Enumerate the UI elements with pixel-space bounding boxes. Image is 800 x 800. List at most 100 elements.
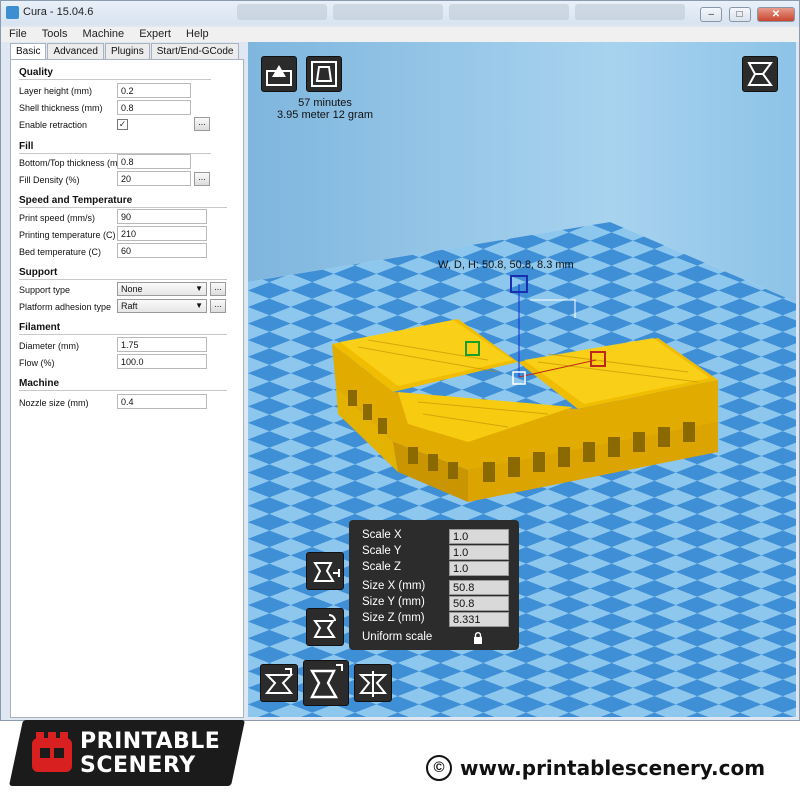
nozzle-size-input[interactable]: 0.4 <box>117 394 207 409</box>
save-gcode-icon <box>311 61 337 87</box>
scale-mode-button[interactable] <box>303 660 349 706</box>
blurred-taskbar-tabs <box>237 4 707 22</box>
shell-thickness-label: Shell thickness (mm) <box>19 103 103 113</box>
castle-logo-icon <box>32 732 72 772</box>
layer-height-label: Layer height (mm) <box>19 86 93 96</box>
section-fill: Fill <box>19 141 34 152</box>
divider <box>19 207 227 208</box>
menu-help[interactable]: Help <box>178 27 213 40</box>
retraction-options-button[interactable]: ... <box>194 117 210 131</box>
uniform-scale-label: Uniform scale <box>362 631 433 643</box>
view-mode-icon <box>747 62 773 86</box>
size-x-input[interactable]: 50.8 <box>449 580 509 595</box>
divider <box>19 79 211 80</box>
support-type-select[interactable]: None ▼ <box>117 282 207 296</box>
scale-panel: Scale X 1.0 Scale Y 1.0 Scale Z 1.0 Size… <box>349 520 519 650</box>
bed-temperature-label: Bed temperature (C) <box>19 247 102 257</box>
scale-x-input[interactable]: 1.0 <box>449 529 509 544</box>
menu-machine[interactable]: Machine <box>75 27 129 40</box>
menu-file[interactable]: File <box>1 27 31 40</box>
scale-y-input[interactable]: 1.0 <box>449 545 509 560</box>
platform-adhesion-select[interactable]: Raft ▼ <box>117 299 207 313</box>
brand-line-2: SCENERY <box>80 753 196 778</box>
cura-app-icon <box>6 6 19 19</box>
section-quality: Quality <box>19 67 53 78</box>
bed-temperature-input[interactable]: 60 <box>117 243 207 258</box>
mirror-mode-icon <box>358 671 388 697</box>
menu-tools[interactable]: Tools <box>34 27 72 40</box>
platform-adhesion-label: Platform adhesion type <box>19 302 112 312</box>
print-material: 3.95 meter 12 gram <box>277 109 373 121</box>
scale-tool-button[interactable] <box>306 552 344 590</box>
divider <box>19 390 227 391</box>
print-estimate: 57 minutes 3.95 meter 12 gram <box>264 97 386 121</box>
printing-temperature-input[interactable]: 210 <box>117 226 207 241</box>
window-controls: – □ ✕ <box>698 4 795 22</box>
print-speed-input[interactable]: 90 <box>117 209 207 224</box>
section-speed-temperature: Speed and Temperature <box>19 195 133 206</box>
brand-line-1: PRINTABLE <box>80 729 221 754</box>
divider <box>19 279 227 280</box>
website-url[interactable]: www.printablescenery.com <box>460 756 765 780</box>
close-button[interactable]: ✕ <box>757 7 795 22</box>
load-model-button[interactable] <box>261 56 297 92</box>
support-type-label: Support type <box>19 285 71 295</box>
menu-bar: File Tools Machine Expert Help <box>1 27 799 42</box>
section-filament: Filament <box>19 322 61 333</box>
shell-thickness-input[interactable]: 0.8 <box>117 100 191 115</box>
size-z-input[interactable]: 8.331 <box>449 612 509 627</box>
divider <box>19 334 227 335</box>
section-machine: Machine <box>19 378 60 389</box>
print-speed-label: Print speed (mm/s) <box>19 213 96 223</box>
mirror-mode-button[interactable] <box>354 664 392 702</box>
mirror-tool-button[interactable] <box>306 608 344 646</box>
mirror-tool-icon <box>313 614 336 638</box>
scale-y-label: Scale Y <box>362 545 402 557</box>
flow-input[interactable]: 100.0 <box>117 354 207 369</box>
diameter-label: Diameter (mm) <box>19 341 79 351</box>
rotate-tool-icon <box>264 668 294 694</box>
tab-advanced[interactable]: Advanced <box>47 43 104 59</box>
load-icon <box>266 65 292 86</box>
flow-label: Flow (%) <box>19 358 55 368</box>
minimize-button[interactable]: – <box>700 7 723 22</box>
print-time: 57 minutes <box>298 97 352 109</box>
size-z-label: Size Z (mm) <box>362 612 425 624</box>
scale-z-label: Scale Z <box>362 561 401 573</box>
scale-z-input[interactable]: 1.0 <box>449 561 509 576</box>
section-support: Support <box>19 267 58 278</box>
lock-icon[interactable] <box>473 632 483 644</box>
tab-basic[interactable]: Basic <box>10 43 47 60</box>
view-mode-button[interactable] <box>742 56 778 92</box>
scale-x-label: Scale X <box>362 529 402 541</box>
rotate-mode-button[interactable] <box>260 664 298 702</box>
settings-panel: Quality Layer height (mm) 0.2 Shell thic… <box>10 59 244 718</box>
size-x-label: Size X (mm) <box>362 580 426 592</box>
layer-height-input[interactable]: 0.2 <box>117 83 191 98</box>
tab-plugins[interactable]: Plugins <box>104 43 150 59</box>
chevron-down-icon: ▼ <box>195 284 203 293</box>
size-y-input[interactable]: 50.8 <box>449 596 509 611</box>
adhesion-options-button[interactable]: ... <box>210 299 226 313</box>
bottom-top-thickness-input[interactable]: 0.8 <box>117 154 191 169</box>
maximize-button[interactable]: □ <box>728 7 751 22</box>
copyright-icon: © <box>426 755 452 781</box>
fill-density-label: Fill Density (%) <box>19 175 80 185</box>
fill-density-input[interactable]: 20 <box>117 171 191 186</box>
scale-tool-icon <box>313 562 340 582</box>
title-bar: Cura - 15.04.6 – □ ✕ <box>1 1 799 25</box>
size-y-label: Size Y (mm) <box>362 596 425 608</box>
diameter-input[interactable]: 1.75 <box>117 337 207 352</box>
enable-retraction-checkbox[interactable]: ✓ <box>117 119 128 130</box>
chevron-down-icon: ▼ <box>195 301 203 310</box>
nozzle-size-label: Nozzle size (mm) <box>19 398 89 408</box>
model-dimensions: W, D, H: 50.8, 50.8, 8.3 mm <box>438 259 574 271</box>
scale-mode-icon <box>309 664 343 699</box>
enable-retraction-label: Enable retraction <box>19 120 88 130</box>
save-gcode-button[interactable] <box>306 56 342 92</box>
menu-expert[interactable]: Expert <box>131 27 175 40</box>
tab-start-end-gcode[interactable]: Start/End-GCode <box>150 43 240 59</box>
support-options-button[interactable]: ... <box>210 282 226 296</box>
printing-temperature-label: Printing temperature (C) <box>19 230 116 240</box>
fill-options-button[interactable]: ... <box>194 172 210 186</box>
